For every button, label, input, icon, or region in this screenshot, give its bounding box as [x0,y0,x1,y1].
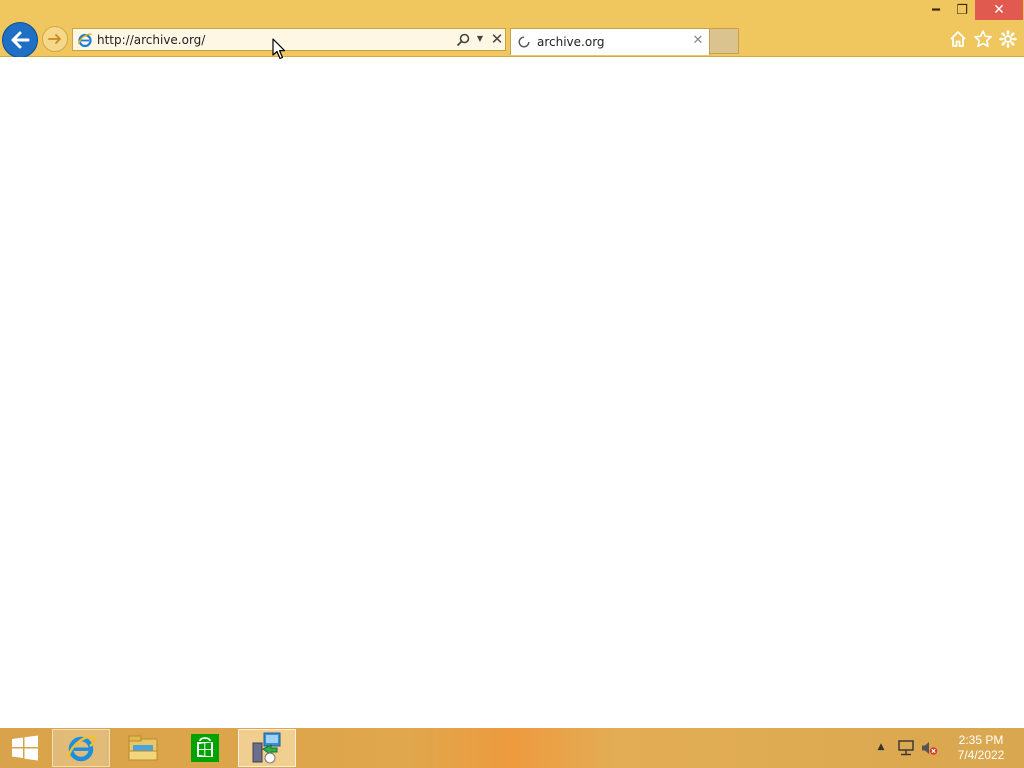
volume-muted-icon[interactable] [920,740,938,756]
gear-icon[interactable] [998,29,1018,49]
taskbar-file-explorer[interactable] [114,729,172,767]
network-icon[interactable] [897,740,915,756]
store-icon [191,734,219,762]
windows-logo-icon [12,735,38,761]
back-button[interactable] [2,22,38,58]
tab-archive[interactable]: archive.org ✕ [510,28,710,55]
home-icon[interactable] [948,29,968,49]
remote-desktop-icon [252,732,281,764]
start-button[interactable] [4,731,46,765]
chevron-down-icon[interactable]: ▼ [475,34,485,44]
close-icon: ✕ [993,2,1005,18]
page-content [0,57,1024,728]
minimize-icon: ━ [932,2,940,18]
forward-button[interactable] [42,26,68,52]
tab-title: archive.org [537,35,605,49]
file-explorer-icon [128,735,158,761]
star-icon[interactable] [973,29,993,49]
chevron-up-icon[interactable]: ▲ [876,742,886,752]
mouse-cursor [272,38,286,60]
clock[interactable]: 2:35 PM 7/4/2022 [946,733,1016,763]
taskbar-store[interactable] [176,729,234,767]
taskbar-remote-desktop[interactable] [238,729,296,767]
taskbar-internet-explorer[interactable] [52,729,110,767]
stop-icon[interactable]: ✕ [489,30,505,48]
address-bar[interactable]: ▼ ✕ [72,28,506,51]
browser-chrome: ━ ❐ ✕ ▼ ✕ archive.org ✕ [0,0,1024,58]
loading-spinner-icon [518,36,530,48]
search-icon[interactable] [455,32,471,48]
minimize-button[interactable]: ━ [924,0,948,20]
forward-arrow-icon [48,34,61,44]
close-window-button[interactable]: ✕ [975,0,1023,20]
clock-date: 7/4/2022 [957,748,1005,762]
back-arrow-icon [11,31,30,49]
restore-button[interactable]: ❐ [950,0,974,20]
internet-explorer-icon [66,735,96,762]
restore-icon: ❐ [956,2,968,18]
taskbar: ▲ 2:35 PM 7/4/2022 [0,728,1024,768]
tab-close-icon[interactable]: ✕ [691,33,705,49]
ie-logo-icon [77,33,92,48]
clock-time: 2:35 PM [958,733,1004,747]
new-tab-button[interactable] [710,28,739,54]
